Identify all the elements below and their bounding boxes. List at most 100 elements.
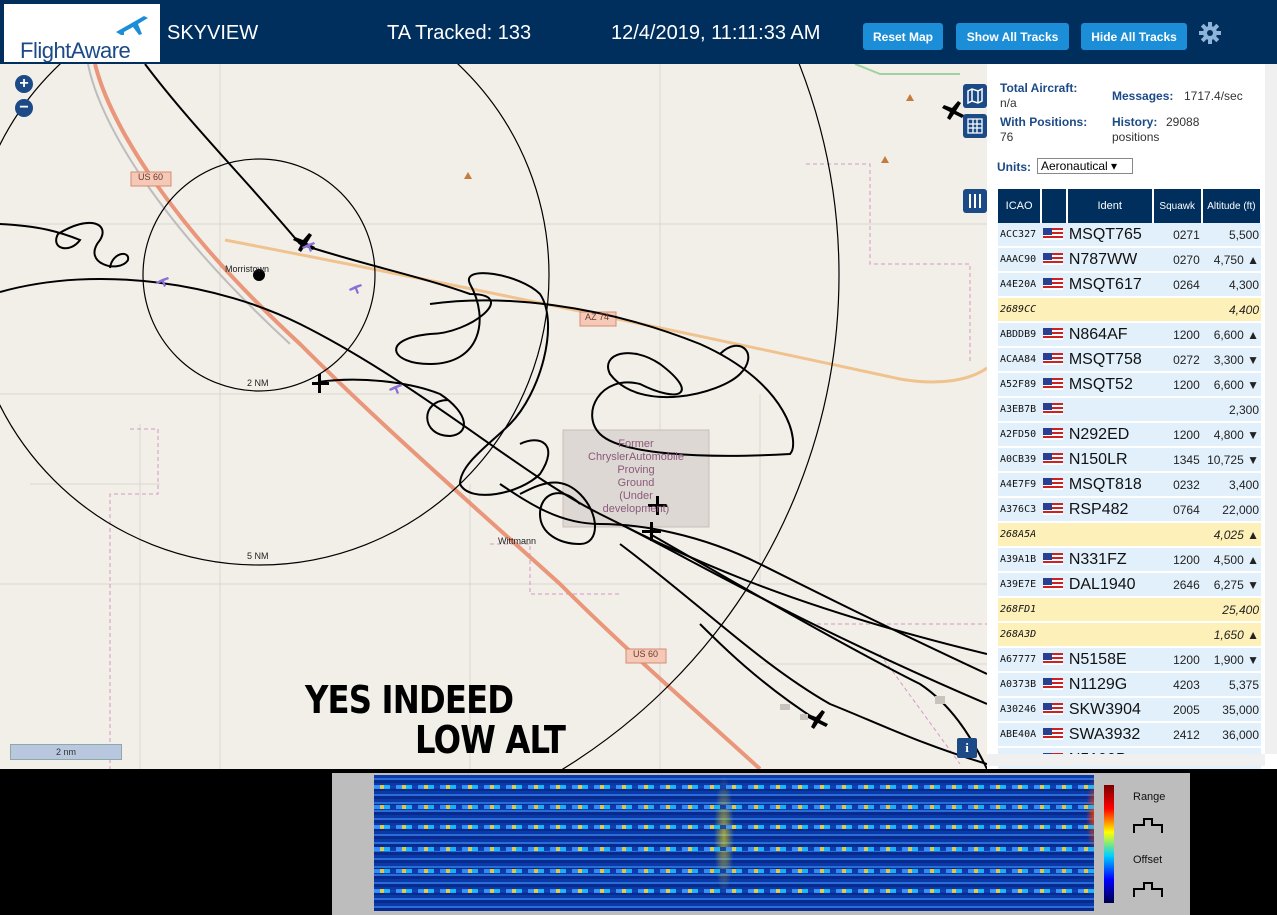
table-row[interactable]: ACAA84 MSQT758 0272 3,300 ▼ [998, 347, 1261, 373]
ident-cell [1066, 597, 1153, 623]
map-layer-button[interactable] [963, 84, 987, 108]
col-flag[interactable] [1041, 189, 1068, 223]
sidebar-horizontal-scrollbar[interactable] [987, 754, 1265, 766]
map-icon [967, 87, 983, 105]
us-flag-icon [1043, 553, 1064, 566]
altitude-value: 4,400 [1228, 302, 1259, 317]
altitude-value: 22,000 [1222, 502, 1259, 517]
table-row[interactable]: A39A1B N331FZ 1200 4,500 ▲ [998, 547, 1261, 573]
altitude-cell: 3,400 [1201, 472, 1261, 498]
altitude-value: 10,725 [1207, 452, 1244, 467]
squawk-cell [1152, 397, 1202, 423]
icao-cell: A0CB39 [998, 447, 1042, 473]
hide-all-tracks-button[interactable]: Hide All Tracks [1081, 23, 1187, 50]
table-row[interactable]: ACC327 MSQT765 0271 5,500 [998, 223, 1261, 248]
squawk-cell: 0272 [1152, 347, 1202, 373]
squawk-cell: 1345 [1152, 447, 1202, 473]
ident-cell: N1129G [1066, 672, 1153, 698]
icao-cell: 2689CC [998, 297, 1042, 323]
range-slider[interactable] [1132, 817, 1164, 835]
altitude-cell: 5,500 [1201, 223, 1261, 248]
icao-cell: A2FD50 [998, 422, 1042, 448]
squawk-cell: 0232 [1152, 472, 1202, 498]
ident-cell: N864AF [1066, 322, 1153, 348]
total-aircraft-value: n/a [1000, 96, 1017, 110]
table-row[interactable]: AAAC90 N787WW 0270 4,750 ▲ [998, 247, 1261, 273]
altitude-value: 4,300 [1228, 277, 1259, 292]
table-row[interactable]: A2FD50 N292ED 1200 4,800 ▼ [998, 422, 1261, 448]
app-name: SKYVIEW [167, 22, 259, 44]
icao-cell: A0373B [998, 672, 1042, 698]
squawk-cell: 0270 [1152, 247, 1202, 273]
table-row[interactable]: 2689CC 4,400 [998, 297, 1261, 323]
history-value: 29088 [1166, 115, 1200, 129]
grid-overlay-button[interactable] [963, 114, 987, 138]
table-row[interactable]: ABE40A SWA3932 2412 36,000 [998, 722, 1261, 748]
flag-cell [1041, 522, 1067, 548]
table-row[interactable]: ABDDB9 N864AF 1200 6,600 ▲ [998, 322, 1261, 348]
squawk-cell: 1200 [1152, 372, 1202, 398]
ident-cell: MSQT758 [1066, 347, 1153, 373]
units-select[interactable]: Aeronautical ▾ [1037, 158, 1133, 174]
reset-map-button[interactable]: Reset Map [863, 23, 943, 50]
icao-cell: A30246 [998, 697, 1042, 723]
col-icao[interactable]: ICAO [998, 189, 1043, 223]
with-positions-value: 76 [1000, 130, 1014, 144]
us-flag-icon [1043, 503, 1064, 516]
flag-cell [1041, 272, 1067, 298]
altitude-cell: 36,000 [1201, 722, 1261, 748]
flag-cell [1041, 697, 1067, 723]
col-squawk[interactable]: Squawk [1152, 189, 1203, 223]
table-row[interactable]: A67777 N5158E 1200 1,900 ▼ [998, 647, 1261, 673]
altitude-value: 5,375 [1228, 677, 1259, 692]
table-row[interactable]: A52F89 MSQT52 1200 6,600 ▼ [998, 372, 1261, 398]
squawk-cell: 2005 [1152, 697, 1202, 723]
show-all-tracks-button[interactable]: Show All Tracks [956, 23, 1069, 50]
flightaware-logo[interactable]: FlightAware [4, 4, 160, 63]
table-row[interactable]: A4E7F9 MSQT818 0232 3,400 [998, 472, 1261, 498]
icao-cell: A376C3 [998, 497, 1042, 523]
table-row[interactable]: A4E20A MSQT617 0264 4,300 [998, 272, 1261, 298]
squawk-cell: 1200 [1152, 647, 1202, 673]
icao-cell: ABDDB9 [998, 322, 1042, 348]
table-row[interactable]: A39E7E DAL1940 2646 6,275 ▼ [998, 572, 1261, 598]
squawk-cell: 2412 [1152, 722, 1202, 748]
table-row[interactable]: A30246 SKW3904 2005 35,000 [998, 697, 1261, 723]
ident-cell: SWA3932 [1066, 722, 1153, 748]
squawk-cell [1152, 297, 1202, 323]
morristown-label: Morristown [225, 264, 270, 274]
map-canvas [0, 64, 987, 769]
table-row[interactable]: 268FD1 25,400 [998, 597, 1261, 623]
gear-icon[interactable] [1198, 21, 1222, 45]
aircraft-table: ICAO Ident Squawk Altitude (ft) ACC327 MS… [998, 189, 1263, 769]
sidebar-vertical-scrollbar[interactable] [1265, 64, 1277, 754]
ident-cell [1066, 522, 1153, 548]
table-row[interactable]: 268A5A 4,025 ▲ [998, 522, 1261, 548]
flag-cell [1041, 672, 1067, 698]
table-row[interactable]: A0CB39 N150LR 1345 10,725 ▼ [998, 447, 1261, 473]
table-row[interactable]: A376C3 RSP482 0764 22,000 [998, 497, 1261, 523]
flag-cell [1041, 372, 1067, 398]
table-row[interactable]: 268A3D 1,650 ▲ [998, 622, 1261, 648]
total-aircraft-label: Total Aircraft: [1000, 81, 1078, 95]
table-row[interactable]: A0373B N1129G 4203 5,375 [998, 672, 1261, 698]
range-ring-5nm-label: 5 NM [247, 551, 269, 561]
info-button[interactable]: i [957, 738, 977, 758]
altitude-value: 4,800 [1213, 427, 1244, 442]
table-row[interactable]: A3EB7B 2,300 [998, 397, 1261, 423]
squawk-cell: 1200 [1152, 547, 1202, 573]
icao-cell: ACAA84 [998, 347, 1042, 373]
spectrum-area: Range Offset [0, 769, 1277, 915]
column-toggle-button[interactable] [963, 189, 987, 213]
col-ident[interactable]: Ident [1066, 189, 1154, 223]
zoom-out-button[interactable]: − [15, 99, 33, 117]
icao-cell: A39A1B [998, 547, 1042, 573]
map-view[interactable]: US 60 AZ 74 US 60 Morristown Wittmann 2 … [0, 64, 987, 769]
altitude-trend-icon: ▼ [1247, 427, 1259, 442]
col-altitude[interactable]: Altitude (ft) [1201, 189, 1263, 223]
offset-slider[interactable] [1132, 881, 1164, 899]
icao-cell: A3EB7B [998, 397, 1042, 423]
flag-cell [1041, 572, 1067, 598]
zoom-in-button[interactable]: + [15, 75, 33, 93]
annotation-yes-indeed: YES INDEED [305, 678, 514, 722]
